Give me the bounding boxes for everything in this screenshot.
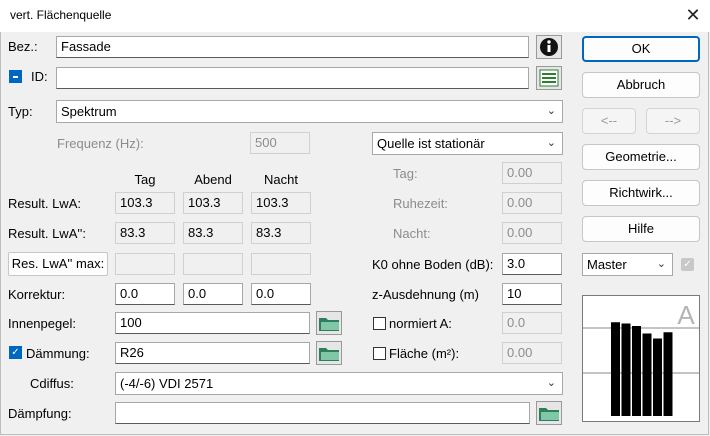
id-label: ID: [31, 69, 48, 84]
chevron-down-icon: ⌄ [546, 137, 556, 149]
close-icon[interactable]: ✕ [682, 4, 704, 26]
result-lwa2-nacht: 83.3 [251, 222, 311, 244]
prev-button[interactable]: <-- [582, 108, 636, 134]
spectrum-bar-4 [642, 333, 652, 416]
master-select-value: Master [587, 257, 627, 272]
next-button[interactable]: --> [646, 108, 700, 134]
res-lwa-max-button[interactable]: Res. LwA'' max: [8, 252, 108, 276]
result-lwa2-abend: 83.3 [183, 222, 243, 244]
times-nacht-label: Nacht: [393, 226, 431, 241]
typ-select-value: Spektrum [61, 104, 117, 119]
result-lwa-label: Result. LwA: [8, 196, 81, 211]
frequenz-label: Frequenz (Hz): [57, 136, 144, 151]
times-tag-field: 0.00 [502, 162, 562, 184]
geometrie-button[interactable]: Geometrie... [582, 144, 700, 170]
normiert-label: normiert A: [389, 316, 452, 331]
spectrum-chart: A [583, 300, 699, 416]
hilfe-button[interactable]: Hilfe [582, 216, 700, 242]
quelle-select-value: Quelle ist stationär [377, 136, 485, 151]
quelle-select[interactable]: Quelle ist stationär ⌄ [372, 132, 563, 155]
spectrum-bar-3 [632, 326, 641, 416]
spectrum-bar-2 [621, 323, 631, 416]
ok-button[interactable]: OK [582, 36, 700, 62]
spectrum-bar-1 [611, 322, 620, 416]
result-lwa2-tag: 83.3 [115, 222, 175, 244]
typ-select[interactable]: Spektrum ⌄ [56, 100, 563, 123]
richtwirk-button[interactable]: Richtwirk... [582, 180, 700, 206]
k0-label: K0 ohne Boden (dB): [372, 257, 494, 272]
res-lwa-max-nacht [251, 253, 311, 275]
result-lwa-nacht: 103.3 [251, 192, 311, 214]
master-checkbox[interactable]: ✓ [681, 258, 694, 271]
typ-label: Typ: [8, 104, 33, 119]
innenpegel-input[interactable]: 100 [115, 312, 310, 334]
times-ruhezeit-label: Ruhezeit: [393, 196, 448, 211]
times-tag-label: Tag: [393, 166, 418, 181]
flaeche-checkbox[interactable] [373, 347, 386, 360]
daemmung-checkbox[interactable]: ✓ [9, 346, 22, 359]
z-input[interactable]: 10 [502, 283, 562, 305]
column-abend: Abend [194, 172, 232, 187]
spectrum-preview: A [582, 295, 700, 422]
id-list-icon[interactable] [536, 66, 562, 90]
cdiffus-select-value: (-4/-6) VDI 2571 [120, 376, 214, 391]
chevron-down-icon: ⌄ [656, 258, 666, 270]
times-nacht-field: 0.00 [502, 222, 562, 244]
daempfung-input[interactable] [115, 402, 530, 424]
window-title: vert. Flächenquelle [10, 8, 112, 22]
result-lwa2-label: Result. LwA'': [8, 226, 86, 241]
daemmung-label: Dämmung: [26, 346, 90, 361]
korrektur-nacht-input[interactable]: 0.0 [251, 283, 311, 305]
info-icon[interactable] [536, 35, 562, 59]
cdiffus-label: Cdiffus: [30, 376, 74, 391]
column-tag: Tag [134, 172, 156, 187]
id-toggle-checkbox[interactable] [9, 70, 22, 83]
result-lwa-abend: 103.3 [183, 192, 243, 214]
chevron-down-icon: ⌄ [546, 105, 556, 117]
column-nacht: Nacht [264, 172, 298, 187]
res-lwa-max-tag [115, 253, 175, 275]
korrektur-label: Korrektur: [8, 287, 66, 302]
frequenz-field: 500 [250, 132, 310, 154]
innenpegel-folder-icon[interactable] [316, 311, 342, 335]
spectrum-letter: A [677, 300, 695, 330]
z-label: z-Ausdehnung (m) [372, 287, 479, 302]
bez-input[interactable]: Fassade [56, 36, 529, 58]
cdiffus-select[interactable]: (-4/-6) VDI 2571 ⌄ [115, 372, 563, 395]
korrektur-abend-input[interactable]: 0.0 [183, 283, 243, 305]
korrektur-tag-input[interactable]: 0.0 [115, 283, 175, 305]
k0-input[interactable]: 3.0 [502, 253, 562, 275]
chevron-down-icon: ⌄ [546, 377, 556, 389]
bez-label: Bez.: [8, 39, 38, 54]
daempfung-folder-icon[interactable] [536, 401, 562, 425]
master-select[interactable]: Master ⌄ [582, 253, 673, 276]
id-input[interactable] [56, 67, 529, 89]
spectrum-bar-5 [653, 338, 662, 416]
flaeche-field: 0.00 [502, 342, 562, 364]
daemmung-folder-icon[interactable] [316, 341, 342, 365]
daempfung-label: Dämpfung: [8, 406, 72, 421]
flaeche-label: Fläche (m²): [389, 346, 460, 361]
normiert-field: 0.0 [502, 312, 562, 334]
result-lwa-tag: 103.3 [115, 192, 175, 214]
daemmung-input[interactable]: R26 [115, 342, 310, 364]
innenpegel-label: Innenpegel: [8, 316, 76, 331]
res-lwa-max-abend [183, 253, 243, 275]
abbruch-button[interactable]: Abbruch [582, 72, 700, 98]
spectrum-bar-6 [663, 332, 673, 416]
normiert-checkbox[interactable] [373, 317, 386, 330]
times-ruhezeit-field: 0.00 [502, 192, 562, 214]
